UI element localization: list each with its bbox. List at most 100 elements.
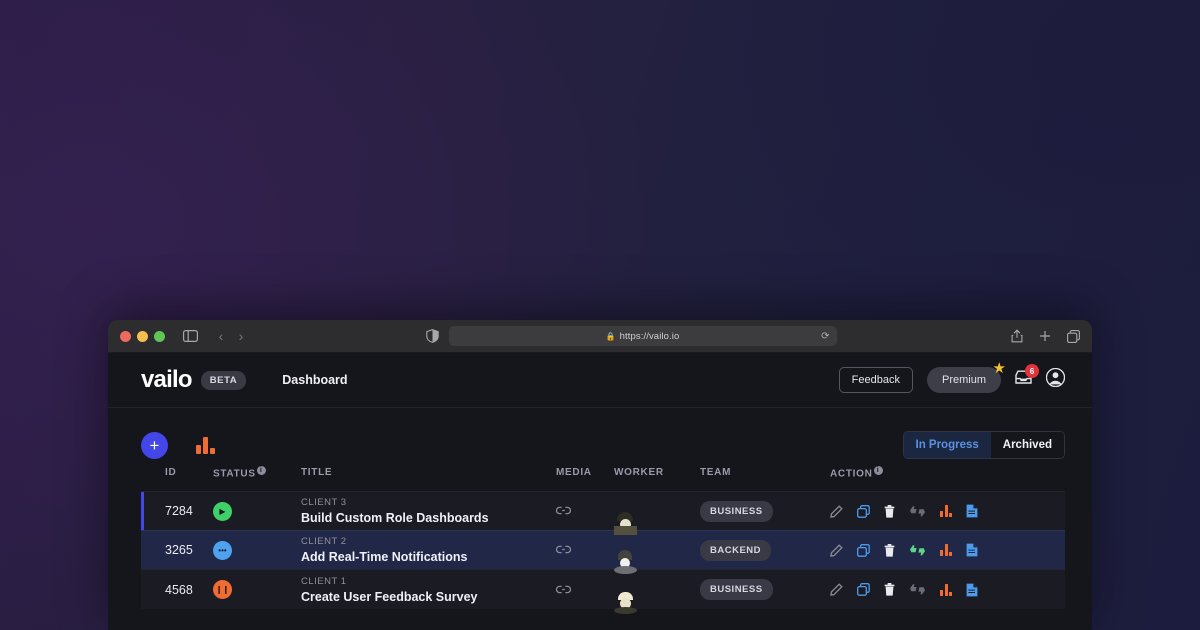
col-action: ACTION i (830, 466, 1065, 492)
window-traffic-lights[interactable] (120, 330, 165, 342)
new-tab-icon[interactable] (1039, 330, 1051, 342)
delete-icon[interactable] (884, 543, 895, 557)
edit-icon[interactable] (830, 544, 843, 557)
edit-icon[interactable] (830, 583, 843, 596)
app-header: vailo BETA Dashboard Feedback Premium ★ (108, 353, 1092, 408)
status-dots-icon[interactable]: ••• (213, 540, 232, 560)
cell-team: BACKEND (700, 530, 830, 570)
cell-id: 7284 (141, 491, 213, 531)
sidebar-toggle-icon[interactable] (179, 325, 201, 347)
row-actions (830, 543, 1065, 557)
cell-actions (830, 569, 1065, 609)
link-icon[interactable] (555, 581, 572, 598)
copy-icon[interactable] (857, 543, 870, 557)
user-avatar-icon[interactable] (1045, 367, 1066, 392)
document-icon[interactable] (966, 583, 978, 597)
app-logo[interactable]: vailo (141, 366, 192, 394)
share-icon[interactable] (1011, 329, 1023, 343)
row-actions (830, 504, 1065, 518)
link-icon[interactable] (555, 502, 572, 519)
table-row[interactable]: 7284 ▶ CLIENT 3 Build Custom Role Dashbo… (141, 491, 1065, 536)
shield-icon[interactable] (425, 329, 439, 343)
feedback-button[interactable]: Feedback (838, 367, 913, 393)
bar-chart-icon[interactable] (196, 436, 215, 454)
page-root: All-in-One Project Management in a Singl… (0, 0, 1200, 630)
col-media: MEDIA (556, 467, 592, 479)
status-filter-segmented[interactable]: In Progress Archived (902, 431, 1065, 459)
table-container: ID STATUS i TITLE MEDIA WORKER TEAM ACTIO… (108, 466, 1092, 614)
document-icon[interactable] (966, 504, 978, 518)
cell-media (555, 530, 614, 570)
inbox-badge-count: 6 (1025, 364, 1039, 378)
status-pause-icon[interactable]: ❙❙ (213, 580, 232, 600)
copy-icon[interactable] (857, 583, 870, 596)
row-accent-bar (141, 492, 144, 531)
inbox-icon[interactable]: 6 (1015, 364, 1039, 390)
minimize-window-button[interactable] (137, 330, 148, 342)
close-window-button[interactable] (120, 330, 131, 342)
copy-icon[interactable] (857, 504, 870, 518)
row-actions (830, 583, 1065, 597)
info-icon[interactable]: i (873, 466, 883, 475)
col-id: ID (165, 467, 177, 479)
stats-icon[interactable] (940, 544, 953, 557)
nav-link-dashboard[interactable]: Dashboard (282, 373, 347, 387)
table-body: 7284 ▶ CLIENT 3 Build Custom Role Dashbo… (141, 491, 1065, 614)
back-button[interactable]: ‹ (211, 328, 231, 344)
stats-icon[interactable] (940, 583, 953, 596)
browser-window: ‹ › 🔒 https://vailo.io ⟳ vailo BETA Dash… (108, 320, 1092, 630)
thumbs-icon[interactable] (909, 505, 926, 518)
lock-icon: 🔒 (605, 331, 616, 341)
cell-status: ❙❙ (213, 569, 301, 609)
cell-status: ••• (213, 530, 301, 570)
app-header-actions: Feedback Premium ★ 6 (838, 360, 1066, 393)
forward-button[interactable]: › (231, 328, 251, 344)
premium-badge[interactable]: Premium ★ (926, 360, 1006, 393)
add-task-button[interactable]: + (141, 431, 168, 459)
url-bar[interactable]: 🔒 https://vailo.io ⟳ (448, 326, 837, 346)
table-row[interactable]: 4568 ❙❙ CLIENT 1 Create User Feedback Su… (141, 569, 1065, 614)
delete-icon[interactable] (884, 504, 895, 518)
cell-actions (830, 530, 1065, 570)
col-title: TITLE (301, 467, 333, 479)
link-icon[interactable] (555, 541, 572, 558)
cell-media (555, 491, 614, 531)
col-status: STATUS i (213, 466, 301, 492)
beta-badge: BETA (200, 370, 247, 390)
cell-id: 3265 (141, 530, 213, 570)
maximize-window-button[interactable] (154, 330, 165, 342)
cell-team: BUSINESS (700, 569, 830, 609)
table-toolbar: + In Progress Archived (108, 408, 1092, 466)
reload-icon[interactable]: ⟳ (821, 331, 829, 342)
tasks-table: ID STATUS i TITLE MEDIA WORKER TEAM ACTIO… (141, 466, 1065, 614)
filter-archived[interactable]: Archived (990, 432, 1064, 458)
edit-icon[interactable] (830, 505, 843, 518)
col-worker: WORKER (614, 467, 664, 479)
thumbs-icon[interactable] (909, 583, 926, 596)
cell-status: ▶ (213, 491, 301, 531)
thumbs-icon[interactable] (909, 544, 926, 557)
info-icon[interactable]: i (256, 466, 266, 475)
delete-icon[interactable] (884, 583, 895, 596)
cell-worker (614, 530, 700, 575)
table-header: ID STATUS i TITLE MEDIA WORKER TEAM ACTIO… (141, 466, 1065, 492)
cell-title: CLIENT 3 Build Custom Role Dashboards (301, 491, 556, 531)
star-icon: ★ (992, 360, 1006, 377)
url-text: https://vailo.io (619, 330, 680, 342)
col-team: TEAM (700, 467, 732, 479)
app-content: vailo BETA Dashboard Feedback Premium ★ (108, 353, 1092, 630)
cell-worker (614, 569, 700, 614)
cell-id: 4568 (141, 569, 213, 609)
cell-worker (614, 491, 700, 536)
cell-title: CLIENT 2 Add Real-Time Notifications (301, 530, 556, 570)
status-play-icon[interactable]: ▶ (213, 501, 232, 521)
filter-in-progress[interactable]: In Progress (903, 432, 991, 458)
document-icon[interactable] (966, 543, 978, 557)
stats-icon[interactable] (940, 505, 953, 518)
cell-actions (830, 491, 1065, 531)
tabs-overview-icon[interactable] (1067, 329, 1080, 343)
table-row[interactable]: 3265 ••• CLIENT 2 Add Real-Time Notifica… (141, 530, 1065, 575)
premium-label: Premium (941, 374, 986, 386)
browser-chrome: ‹ › 🔒 https://vailo.io ⟳ (108, 320, 1092, 353)
browser-chrome-actions (1011, 329, 1080, 343)
